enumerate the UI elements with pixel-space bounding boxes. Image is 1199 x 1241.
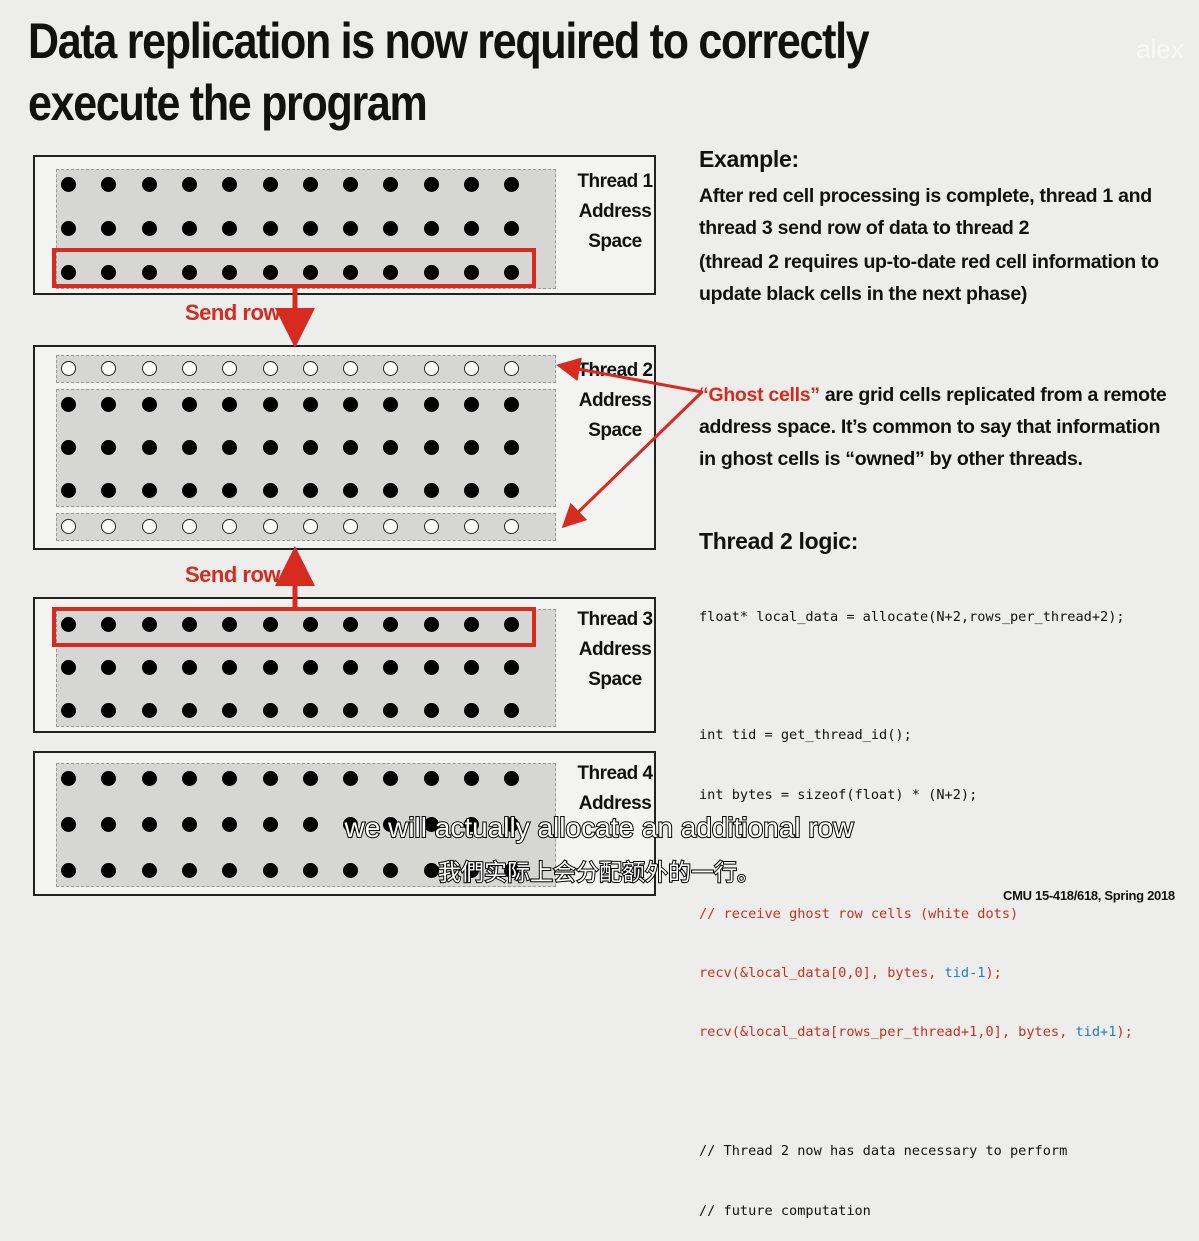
code-segment: tid+1 [1075,1024,1117,1041]
code-segment: recv(&local_data[0,0], bytes, [699,964,945,981]
code-segment: ); [985,964,1002,981]
code-line: // future computation [699,1202,871,1219]
example-line: thread 3 send row of data to thread 2 [699,217,1030,239]
ghost-line-2: address space. It’s common to say that i… [699,416,1161,438]
example-line: update black cells in the next phase) [699,283,1028,305]
ghost-line-1: “Ghost cells” are grid cells replicated … [699,379,1167,411]
send-row-label-bottom: Send row [185,562,281,587]
code-line: float* local_data = allocate(N+2,rows_pe… [699,608,1125,625]
thread-2-logic-heading: Thread 2 logic: [699,528,859,554]
code-line: int bytes = sizeof(float) * (N+2); [699,786,978,803]
subtitle-chinese: 我們实际上会分配额外的一行。 [437,858,761,886]
send-row-label-top: Send row [185,300,281,325]
code-line: // Thread 2 now has data necessary to pe… [699,1143,1068,1160]
code-line: int tid = get_thread_id(); [699,727,912,744]
ghost-arrow-bottom [561,390,704,529]
ghost-line-1-rest: are grid cells replicated from a remote [819,384,1167,406]
example-text: After red cell processing is complete, t… [699,180,1159,310]
ghost-cells-text: “Ghost cells” are grid cells replicated … [699,379,1167,475]
footer-course-label: CMU 15-418/618, Spring 2018 [1003,888,1175,903]
code-segment: recv(&local_data[rows_per_thread+1,0], b… [699,1024,1076,1041]
code-segment: ); [1116,1024,1133,1041]
code-line: recv(&local_data[rows_per_thread+1,0], b… [699,1023,1133,1043]
code-comment-line: // receive ghost row cells (white dots) [699,905,1019,922]
ghost-line-3: in ghost cells is “owned” by other threa… [699,448,1083,470]
ghost-cells-highlight: “Ghost cells” [699,384,820,406]
ghost-arrow-top [556,357,703,394]
code-line: recv(&local_data[0,0], bytes, tid-1); [699,964,1133,984]
example-heading: Example: [699,146,799,172]
example-line: (thread 2 requires up-to-date red cell i… [699,251,1159,273]
code-segment: tid-1 [944,964,986,981]
example-line: After red cell processing is complete, t… [699,185,1152,207]
subtitle-english: we will actually allocate an additional … [344,811,855,844]
thread-2-logic-code: float* local_data = allocate(N+2,rows_pe… [699,568,1133,1241]
